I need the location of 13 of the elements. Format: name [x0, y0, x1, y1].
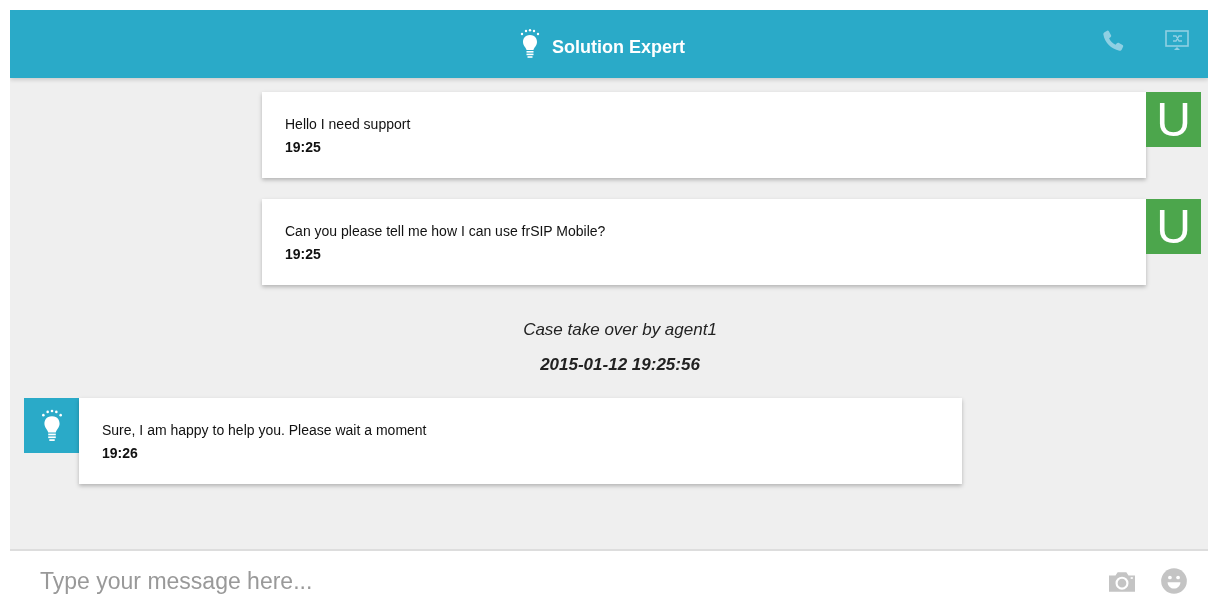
- message-time: 19:25: [285, 246, 322, 262]
- message-text: Sure, I am happy to help you. Please wait a moment: [102, 422, 428, 438]
- message-text: Can you please tell me how I can use frSIP Mobile?: [285, 223, 607, 239]
- message-time: 19:25: [285, 139, 322, 155]
- message-time: 19:26: [102, 445, 139, 461]
- message-composer[interactable]: Type your message here...: [10, 549, 1208, 611]
- app-title: Solution Expert: [552, 36, 685, 58]
- user-avatar: U: [1146, 92, 1201, 147]
- event-timestamp: 2015-01-12 19:25:56: [540, 355, 700, 375]
- user-avatar: U: [1146, 199, 1201, 254]
- message-input[interactable]: Type your message here...: [38, 566, 1088, 596]
- event-text: Case take over by agent1: [523, 320, 717, 340]
- message-text: Hello I need support: [285, 116, 412, 132]
